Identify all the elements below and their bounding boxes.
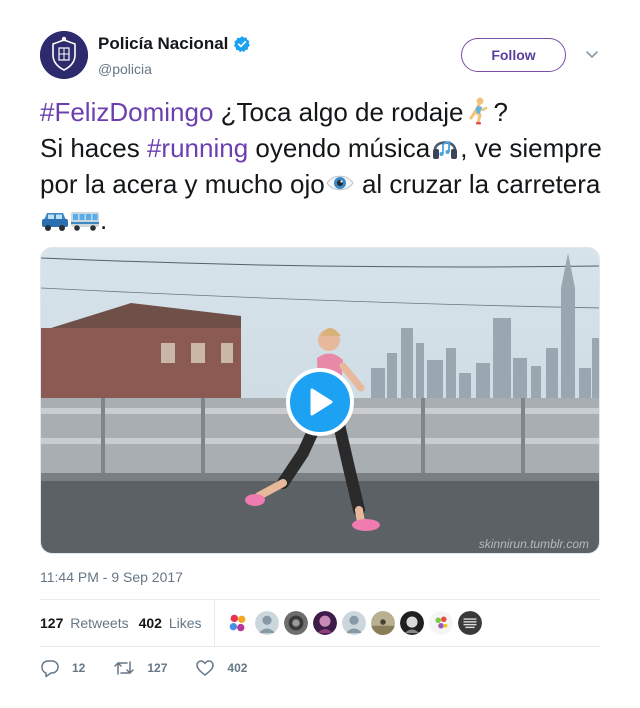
retweets-label: Retweets [70, 615, 129, 631]
liker-avatar[interactable] [340, 610, 367, 636]
tweet-text-segment: al cruzar la carretera [354, 169, 601, 199]
tweet-text-segment: Si haces [40, 133, 147, 163]
tweet-text-segment: . [100, 205, 108, 235]
likers-avatars [224, 610, 486, 636]
car-emoji-icon [42, 213, 68, 231]
divider [40, 646, 600, 647]
follow-button[interactable]: Follow [461, 38, 566, 72]
liker-avatar[interactable] [311, 610, 338, 636]
video-player[interactable]: skinnirun.tumblr.com [40, 247, 600, 554]
verified-badge-icon [234, 36, 251, 53]
display-name[interactable]: Policía Nacional [98, 34, 228, 54]
play-button[interactable] [286, 368, 354, 436]
like-count: 402 [227, 661, 248, 675]
account-handle[interactable]: @policia [98, 61, 251, 77]
play-icon [310, 388, 333, 416]
tweet-header: Policía Nacional @policia Follow [40, 31, 600, 81]
account-avatar[interactable] [40, 31, 88, 79]
stats-separator [213, 600, 215, 646]
retweet-count: 127 [147, 661, 168, 675]
heart-icon [196, 660, 215, 676]
like-button[interactable]: 402 [195, 658, 247, 678]
tweet-timestamp[interactable]: 11:44 PM - 9 Sep 2017 [40, 569, 183, 585]
account-names: Policía Nacional @policia [98, 34, 251, 77]
hashtag-felizdomingo[interactable]: #FelizDomingo [40, 97, 213, 127]
retweets-stat[interactable]: 127 Retweets [40, 615, 129, 631]
reply-count: 12 [72, 661, 86, 675]
likes-stat[interactable]: 402 Likes [139, 615, 202, 631]
liker-avatar[interactable] [253, 610, 280, 636]
liker-avatar[interactable] [369, 610, 396, 636]
retweet-button[interactable]: 127 [113, 658, 167, 678]
chevron-down-icon[interactable] [585, 47, 599, 61]
reply-button[interactable]: 12 [40, 658, 85, 678]
liker-avatar[interactable] [456, 610, 483, 636]
tweet-text-segment: oyendo música [248, 133, 431, 163]
liker-avatar[interactable] [282, 610, 309, 636]
hashtag-running[interactable]: #running [147, 133, 248, 163]
liker-avatar[interactable] [398, 610, 425, 636]
reply-icon [41, 660, 59, 678]
runner-emoji-icon [469, 97, 488, 125]
retweet-icon [114, 661, 135, 675]
video-watermark: skinnirun.tumblr.com [478, 537, 589, 551]
tweet-text-segment: ? [493, 97, 508, 127]
display-name-row[interactable]: Policía Nacional [98, 34, 251, 54]
likes-count: 402 [138, 615, 162, 631]
liker-avatar[interactable] [427, 610, 454, 636]
liker-avatar[interactable] [224, 610, 251, 636]
engagement-stats: 127 Retweets 402 Likes [40, 600, 600, 646]
bus-emoji-icon [71, 212, 99, 231]
eye-emoji-icon [326, 175, 354, 191]
tweet-actions: 12 127 402 [40, 655, 275, 681]
tweet-text-segment: ¿Toca algo de rodaje [213, 97, 464, 127]
likes-label: Likes [168, 615, 202, 631]
retweets-count: 127 [40, 615, 64, 631]
headphones-emoji-icon [433, 140, 458, 159]
tweet-text: #FelizDomingo ¿Toca algo de rodaje? Si ha… [40, 94, 605, 238]
